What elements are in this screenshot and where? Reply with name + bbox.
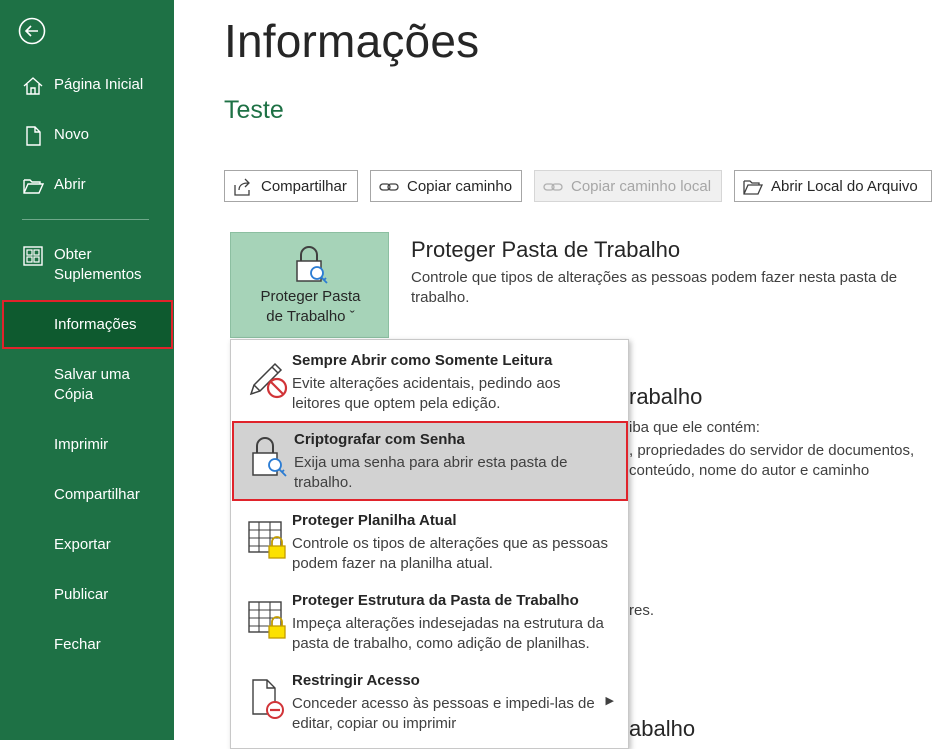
pencil-no-icon xyxy=(249,362,288,399)
page-title: Informações xyxy=(224,15,480,67)
document-restrict-icon xyxy=(252,679,284,719)
open-folder-icon xyxy=(743,180,763,195)
sidebar-item-addins[interactable]: Obter Suplementos xyxy=(0,245,174,285)
bg-text-fragment: iba que ele contém: xyxy=(629,419,760,436)
protect-workbook-button[interactable]: Proteger Pasta de Trabalho ˇ xyxy=(230,232,389,338)
menu-item-title: Proteger Planilha Atual xyxy=(292,512,457,529)
protect-workbook-label: Proteger Pasta de Trabalho ˇ xyxy=(231,287,390,327)
sidebar-item-label: Informações xyxy=(54,316,137,333)
back-arrow-icon[interactable] xyxy=(18,17,46,45)
lock-key-icon xyxy=(252,437,287,477)
button-label: Compartilhar xyxy=(261,178,347,195)
sidebar-item-label: Obter Suplementos xyxy=(54,246,142,283)
bg-section-title-fragment: rabalho xyxy=(629,384,703,409)
section-description: Controle que tipos de alterações as pess… xyxy=(411,269,898,306)
home-icon xyxy=(23,77,43,95)
button-label: Abrir Local do Arquivo xyxy=(771,178,918,195)
menu-item-description: Controle os tipos de alterações que as p… xyxy=(292,535,609,572)
menu-item-encrypt-with-password[interactable]: Criptografar com Senha Exija uma senha p… xyxy=(232,421,628,501)
menu-item-always-open-read-only[interactable]: Sempre Abrir como Somente Leitura Evite … xyxy=(231,342,628,422)
sidebar-item-label: Salvar uma Cópia xyxy=(54,366,130,403)
sidebar-divider xyxy=(22,219,149,220)
bg-text-fragment: conteúdo, nome do autor e caminho xyxy=(629,462,870,479)
bg-text-fragment: , propriedades do servidor de documentos… xyxy=(629,442,915,459)
lock-key-icon xyxy=(296,246,328,284)
link-icon xyxy=(379,183,399,191)
bg-section-title-fragment: abalho xyxy=(629,716,696,741)
menu-item-description: Evite alterações acidentais, pedindo aos… xyxy=(292,375,561,412)
sheet-lock-icon xyxy=(248,521,286,559)
sheet-lock-icon xyxy=(248,601,286,639)
backstage-sidebar: Página Inicial Novo Abrir Obter Suplemen… xyxy=(0,0,174,740)
share-button[interactable]: Compartilhar xyxy=(224,170,358,202)
sidebar-item-save-copy[interactable]: Salvar uma Cópia xyxy=(0,365,174,405)
open-file-location-button[interactable]: Abrir Local do Arquivo xyxy=(734,170,932,202)
copy-path-button[interactable]: Copiar caminho xyxy=(370,170,522,202)
link-icon xyxy=(543,183,563,191)
menu-item-restrict-access[interactable]: Restringir Acesso Conceder acesso às pes… xyxy=(231,662,628,742)
sidebar-item-label: Página Inicial xyxy=(54,76,144,93)
menu-item-description: Impeça alterações indesejadas na estrutu… xyxy=(292,615,604,652)
sidebar-item-label: Imprimir xyxy=(54,436,109,453)
button-label: Copiar caminho local xyxy=(571,178,712,195)
sidebar-item-label: Compartilhar xyxy=(54,486,140,503)
open-folder-icon xyxy=(23,179,44,194)
menu-item-description: Conceder acesso às pessoas e impedi-las … xyxy=(292,695,595,732)
sidebar-item-label: Fechar xyxy=(54,636,101,653)
menu-item-title: Criptografar com Senha xyxy=(294,431,465,448)
document-name: Teste xyxy=(224,96,284,124)
sidebar-item-label: Exportar xyxy=(54,536,111,553)
protect-label-line2: de Trabalho ˇ xyxy=(266,308,355,325)
menu-item-title: Proteger Estrutura da Pasta de Trabalho xyxy=(292,592,579,609)
menu-item-protect-workbook-structure[interactable]: Proteger Estrutura da Pasta de Trabalho … xyxy=(231,582,628,662)
sidebar-item-label: Novo xyxy=(54,126,90,143)
sidebar-item-label: Abrir xyxy=(54,176,86,193)
sidebar-item-label: Publicar xyxy=(54,586,109,603)
section-title: Proteger Pasta de Trabalho xyxy=(411,237,681,262)
menu-item-title: Sempre Abrir como Somente Leitura xyxy=(292,352,553,369)
menu-item-title: Restringir Acesso xyxy=(292,672,420,689)
copy-local-path-button[interactable]: Copiar caminho local xyxy=(534,170,722,202)
menu-item-description: Exija uma senha para abrir esta pasta de… xyxy=(294,454,568,491)
bg-text-fragment: res. xyxy=(629,602,655,619)
protect-workbook-menu: Sempre Abrir como Somente Leitura Evite … xyxy=(230,339,629,749)
protect-label-line1: Proteger Pasta xyxy=(260,288,361,305)
button-label: Copiar caminho xyxy=(407,178,513,195)
new-document-icon xyxy=(26,126,41,146)
submenu-arrow-icon: ▶ xyxy=(605,695,614,707)
addins-icon xyxy=(23,246,43,266)
share-icon xyxy=(234,178,250,196)
menu-item-protect-current-sheet[interactable]: Proteger Planilha Atual Controle os tipo… xyxy=(231,502,628,582)
